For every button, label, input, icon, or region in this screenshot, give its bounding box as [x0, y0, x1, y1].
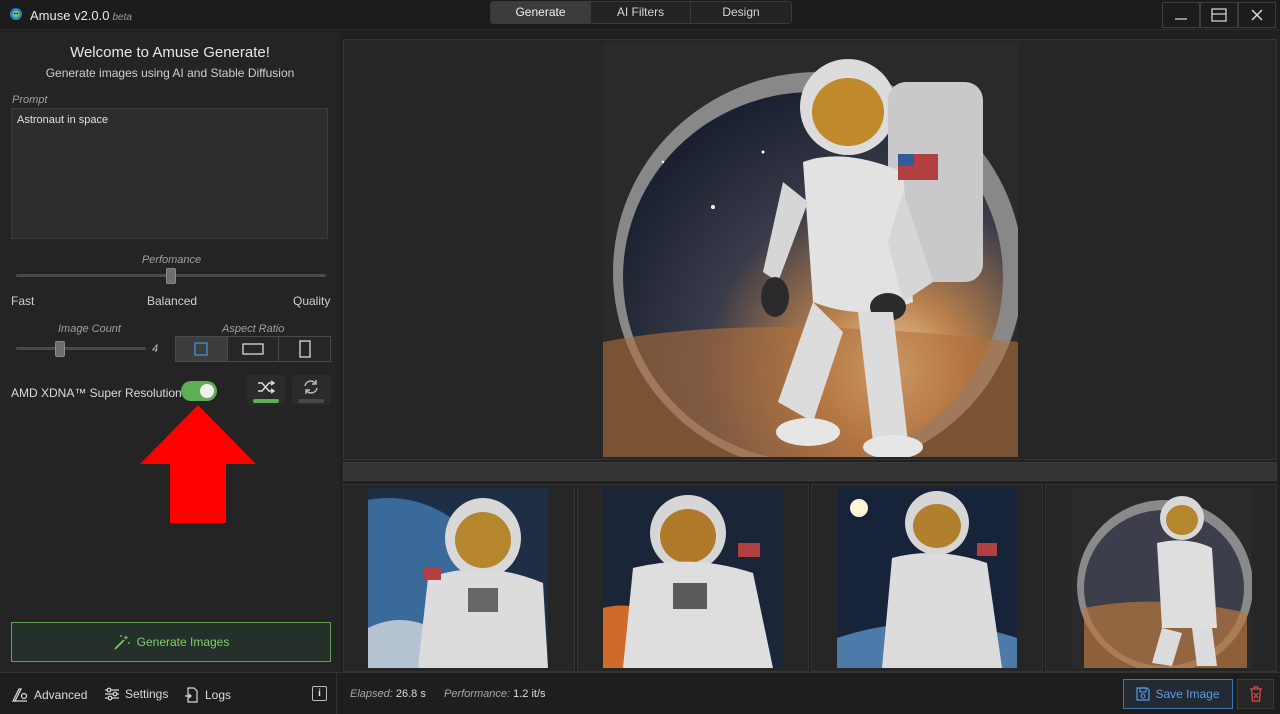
- aspect-square-button[interactable]: [176, 337, 228, 361]
- aspect-ratio-selector: [175, 336, 331, 362]
- logs-label: Logs: [205, 688, 232, 702]
- prompt-label: Prompt: [12, 94, 48, 106]
- thumbnail-image-2: [603, 488, 783, 668]
- image-count-slider-thumb[interactable]: [55, 341, 65, 357]
- image-viewer: [343, 39, 1277, 460]
- performance-stat-value: 1.2 it/s: [513, 688, 546, 700]
- thumbnail-3[interactable]: [811, 484, 1043, 672]
- super-resolution-label: AMD XDNA™ Super Resolution: [11, 386, 182, 400]
- save-image-label: Save Image: [1155, 687, 1220, 701]
- mode-tabs: Generate AI Filters Design: [490, 1, 792, 24]
- close-button[interactable]: [1238, 2, 1276, 28]
- aspect-portrait-button[interactable]: [279, 337, 331, 361]
- info-icon[interactable]: i: [312, 686, 327, 701]
- portrait-ratio-icon: [299, 340, 311, 358]
- thumbnail-scrollbar[interactable]: [343, 462, 1277, 481]
- thumbnail-4[interactable]: [1045, 484, 1277, 672]
- left-panel: Welcome to Amuse Generate! Generate imag…: [0, 31, 340, 672]
- welcome-subtitle: Generate images using AI and Stable Diff…: [45, 66, 295, 80]
- elapsed-value: 26.8 s: [395, 688, 426, 700]
- settings-label: Settings: [125, 687, 169, 701]
- advanced-label: Advanced: [34, 688, 88, 702]
- shuffle-icon: [258, 380, 276, 394]
- maximize-icon: [1211, 8, 1227, 22]
- square-ratio-icon: [194, 342, 208, 356]
- elapsed-label: Elapsed:: [350, 688, 393, 700]
- title-bar: Amuse v2.0.0 beta Generate AI Filters Des…: [0, 0, 1280, 30]
- generate-images-button[interactable]: Generate Images: [11, 622, 331, 662]
- performance-slider-thumb[interactable]: [166, 268, 176, 284]
- thumbnail-image-1: [368, 488, 548, 668]
- close-icon: [1251, 9, 1263, 21]
- thumbnail-1[interactable]: [343, 484, 575, 672]
- performance-fast-label: Fast: [11, 294, 35, 308]
- performance-quality-label: Quality: [293, 294, 331, 308]
- generate-images-label: Generate Images: [136, 635, 230, 649]
- app-title: Amuse v2.0.0 beta: [30, 8, 132, 23]
- image-count-slider-track[interactable]: [16, 347, 146, 350]
- minimize-button[interactable]: [1162, 2, 1200, 28]
- astronaut-image-large: [603, 42, 1018, 457]
- tab-generate[interactable]: Generate: [491, 2, 591, 23]
- thumbnail-image-4: [1072, 488, 1252, 668]
- super-resolution-toggle[interactable]: [181, 381, 217, 401]
- logs-icon: [185, 687, 198, 703]
- save-image-button[interactable]: Save Image: [1123, 679, 1233, 709]
- status-divider: [336, 673, 337, 714]
- save-icon: [1136, 687, 1151, 701]
- performance-balanced-label: Balanced: [147, 294, 198, 308]
- image-count-label: Image Count: [58, 323, 121, 335]
- delete-button[interactable]: [1237, 679, 1274, 709]
- prompt-input[interactable]: Astronaut in space: [11, 108, 328, 239]
- generated-image-main[interactable]: [603, 42, 1018, 457]
- performance-stat: Performance: 1.2 it/s: [444, 688, 546, 700]
- window-controls: [1162, 2, 1276, 28]
- status-bar: Advanced Settings Logs i Elapsed: 26.8 s…: [0, 672, 1280, 714]
- reuse-seed-button[interactable]: [292, 375, 330, 405]
- beta-label: beta: [112, 12, 132, 23]
- tab-design[interactable]: Design: [691, 2, 791, 23]
- advanced-icon: [12, 688, 28, 702]
- reuse-seed-indicator: [298, 399, 324, 403]
- performance-stat-label: Performance:: [444, 688, 511, 700]
- red-up-arrow-annotation: [140, 405, 256, 523]
- settings-button[interactable]: Settings: [104, 687, 168, 701]
- landscape-ratio-icon: [242, 343, 264, 355]
- random-seed-button[interactable]: [247, 375, 285, 405]
- image-count-value: 4: [152, 343, 159, 355]
- toggle-knob: [200, 384, 214, 398]
- thumbnail-2[interactable]: [577, 484, 809, 672]
- elapsed-stat: Elapsed: 26.8 s: [350, 688, 426, 700]
- random-seed-indicator: [253, 399, 279, 403]
- logs-button[interactable]: Logs: [184, 687, 231, 703]
- thumbnail-image-3: [837, 488, 1017, 668]
- aspect-ratio-label: Aspect Ratio: [222, 323, 285, 335]
- aspect-landscape-button[interactable]: [227, 337, 280, 361]
- advanced-button[interactable]: Advanced: [11, 687, 87, 703]
- amuse-logo-icon: [10, 8, 22, 20]
- performance-label: Perfomance: [141, 254, 202, 266]
- minimize-icon: [1175, 18, 1187, 20]
- sliders-icon: [105, 687, 119, 701]
- magic-wand-icon: [114, 635, 130, 650]
- trash-icon: [1249, 686, 1262, 702]
- refresh-icon: [304, 380, 318, 394]
- tab-ai-filters[interactable]: AI Filters: [591, 2, 691, 23]
- maximize-button[interactable]: [1200, 2, 1238, 28]
- welcome-title: Welcome to Amuse Generate!: [70, 44, 270, 61]
